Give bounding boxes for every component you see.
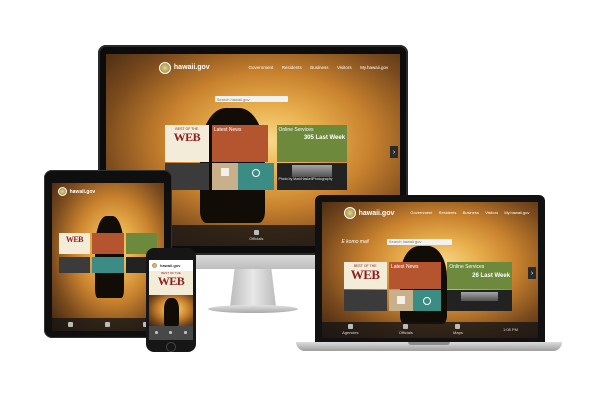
laptop-services-count: 26 Last Week: [472, 272, 511, 279]
laptop-nav-business[interactable]: Business: [463, 210, 479, 215]
nav-my-hawaii[interactable]: My.hawaii.gov: [360, 65, 388, 70]
tablet-logo[interactable]: hawaii.gov: [57, 187, 96, 197]
phone-dancer-silhouette: [163, 298, 179, 326]
main-nav: Government Residents Business Visitors M…: [106, 54, 400, 81]
laptop-nav-visitors[interactable]: Visitors: [485, 210, 498, 215]
chevron-right-icon[interactable]: ›: [390, 146, 398, 159]
phone-award-line2: WEB: [157, 274, 185, 289]
laptop-nav-my-hawaii[interactable]: My.hawaii.gov: [504, 210, 529, 215]
laptop-nav-residents[interactable]: Residents: [439, 210, 457, 215]
phone-header: hawaii.gov: [149, 260, 193, 272]
laptop-dock-officials[interactable]: Officials: [399, 324, 413, 335]
maps-icon: [184, 331, 188, 335]
latest-news-tile[interactable]: Latest News: [211, 125, 268, 162]
laptop-dark-tile[interactable]: [343, 290, 387, 311]
officials-icon: [253, 229, 259, 235]
palm-icon: [461, 292, 498, 302]
laptop-notch: [408, 342, 450, 345]
phone-screen: hawaii.gov BEST OF THE WEB: [149, 260, 193, 340]
laptop-award-line2: WEB: [350, 266, 380, 282]
laptop-search-input[interactable]: Search hawaii.gov: [386, 238, 452, 245]
phone-dock: [149, 325, 193, 340]
laptop-services-title: Online Services: [449, 263, 485, 270]
agencies-icon: [68, 321, 74, 327]
laptop-dock: Agencies Officials Maps 1:08 PM: [322, 321, 538, 338]
laptop-nav-government[interactable]: Government: [410, 210, 432, 215]
phone-award-tile[interactable]: BEST OF THE WEB: [149, 271, 193, 296]
tablet-logo-text: hawaii.gov: [69, 188, 96, 195]
search-input[interactable]: Search hawaii.gov: [214, 96, 289, 103]
phone-hero: [149, 295, 193, 326]
laptop-nav: Government Residents Business Visitors M…: [322, 202, 538, 224]
nav-residents[interactable]: Residents: [282, 65, 302, 70]
laptop-links-tile[interactable]: [412, 290, 441, 311]
greeting-text: E komo mai!: [341, 238, 370, 245]
laptop-search-placeholder: Search hawaii.gov: [388, 239, 422, 245]
phone-dock-agencies[interactable]: [154, 331, 158, 335]
phone-logo-text: hawaii.gov: [160, 263, 181, 269]
monitor-stand-neck: [230, 269, 276, 307]
nav-visitors[interactable]: Visitors: [337, 65, 352, 70]
laptop-news-tile[interactable]: Latest News: [388, 261, 441, 290]
photo-tile[interactable]: Photo by MarkHaskellPhotography: [276, 163, 348, 191]
tablet-news-tile[interactable]: [92, 233, 124, 255]
link-icon: [422, 297, 431, 306]
officials-icon: [403, 324, 409, 330]
online-services-title: Online Services: [278, 127, 314, 134]
laptop-map-tile[interactable]: [388, 290, 413, 311]
phone-home-button[interactable]: [166, 342, 176, 352]
online-services-count: 305 Last Week: [303, 135, 346, 142]
search-placeholder: Search hawaii.gov: [216, 96, 250, 102]
tablet-teal-tile[interactable]: [92, 257, 124, 274]
tablet-dark-tile[interactable]: [58, 257, 91, 274]
seal-icon: [151, 262, 158, 270]
award-line2: WEB: [173, 130, 201, 145]
agencies-icon: [154, 331, 158, 335]
tablet-award-text: WEB: [65, 235, 84, 245]
map-tile[interactable]: [211, 163, 239, 191]
tablet-dock-officials[interactable]: [105, 321, 111, 327]
phone-dock-maps[interactable]: [184, 331, 188, 335]
laptop-time: 1:08 PM: [503, 327, 518, 333]
monitor-stand-base: [208, 305, 298, 313]
award-tile[interactable]: BEST OF THE WEB: [164, 125, 209, 162]
agencies-icon: [347, 324, 353, 330]
dock-officials[interactable]: Officials: [249, 229, 263, 241]
map-icon: [396, 296, 405, 305]
laptop-dock-agencies[interactable]: Agencies: [342, 324, 359, 335]
tablet-award-tile[interactable]: WEB: [58, 233, 91, 255]
nav-business[interactable]: Business: [310, 65, 328, 70]
maps-icon: [455, 324, 461, 330]
seal-icon: [57, 187, 67, 197]
laptop-photo-tile[interactable]: [447, 290, 513, 311]
link-icon: [251, 169, 260, 178]
phone-dock-officials[interactable]: [169, 331, 173, 335]
map-icon: [221, 168, 230, 177]
laptop-news-title: Latest News: [390, 263, 419, 270]
online-services-tile[interactable]: Online Services 305 Last Week: [276, 125, 348, 162]
tablet-dock-agencies[interactable]: [68, 321, 74, 327]
laptop-award-tile[interactable]: BEST OF THE WEB: [343, 261, 387, 290]
palm-icon: [291, 165, 332, 177]
photo-credit: Photo by MarkHaskellPhotography: [278, 176, 333, 181]
links-tile[interactable]: [238, 163, 274, 191]
laptop-screen: hawaii.gov Government Residents Business…: [322, 202, 538, 338]
nav-government[interactable]: Government: [249, 65, 274, 70]
officials-icon: [169, 331, 173, 335]
laptop-chevron-right-icon[interactable]: ›: [528, 267, 536, 280]
laptop-dock-maps[interactable]: Maps: [453, 324, 463, 335]
officials-icon: [105, 321, 111, 327]
latest-news-title: Latest News: [213, 127, 242, 134]
laptop-services-tile[interactable]: Online Services 26 Last Week: [447, 261, 513, 290]
